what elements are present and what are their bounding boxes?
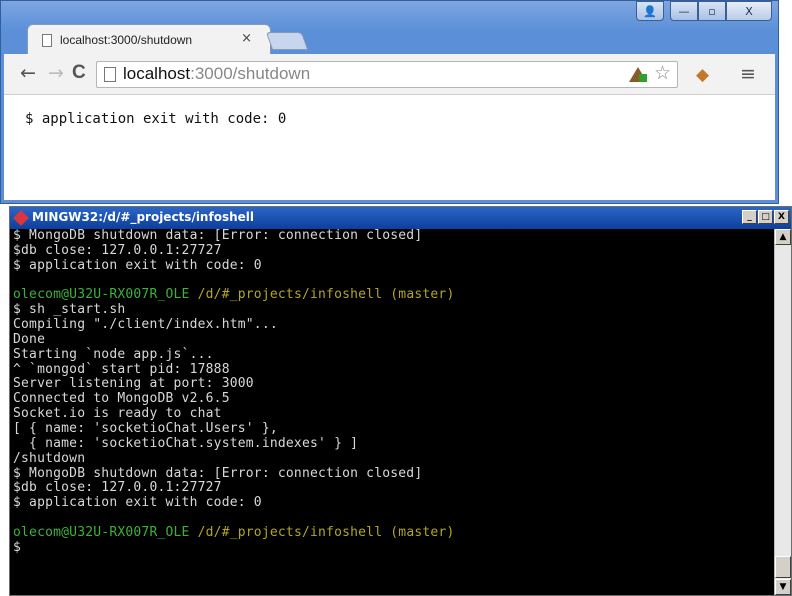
terminal-line: [ { name: 'socketioChat.Users' }, [13,420,278,436]
maximize-icon: ▫ [708,4,716,18]
menu-icon[interactable]: ≡ [740,63,756,85]
terminal-line: $ sh _start.sh [13,302,126,318]
maximize-button[interactable]: ▫ [698,1,726,21]
terminal-scrollbar[interactable]: ▲ ▼ [774,229,791,595]
browser-toolbar: ← → C localhost:3000/shutdown ☆ ◆ ≡ [4,54,775,95]
terminal-line: $ MongoDB shutdown data: [Error: connect… [13,465,423,481]
terminal-line: $ [13,539,22,555]
terminal-prompt-line: olecom@U32U-RX007R_OLE /d/#_projects/inf… [10,287,774,303]
user-profile-button[interactable]: 👤 [636,1,664,21]
terminal-title: MINGW32:/d/#_projects/infoshell [32,210,254,224]
terminal-minimize-button[interactable]: _ [742,210,757,224]
user-icon: 👤 [643,4,657,18]
terminal-maximize-button[interactable]: □ [758,210,773,224]
scroll-thumb[interactable] [775,556,791,578]
terminal-output[interactable]: $ MongoDB shutdown data: [Error: connect… [10,229,774,595]
terminal-line: Starting `node app.js`... [13,346,214,362]
extension-box-icon[interactable]: ◆ [696,65,709,85]
minimize-button[interactable]: — [670,1,698,21]
terminal-prompt-line: olecom@U32U-RX007R_OLE /d/#_projects/inf… [10,524,774,541]
browser-window-controls: 👤 — ▫ X [636,1,772,23]
prompt-path: /d/#_projects/infoshell (master) [189,287,455,303]
terminal-line: $db close: 127.0.0.1:27727 [13,480,222,496]
minimize-icon: — [678,4,690,18]
terminal-line: $ MongoDB shutdown data: [Error: connect… [13,229,423,243]
extension-badge [639,74,647,82]
new-tab-button[interactable] [265,32,309,50]
terminal-line: $db close: 127.0.0.1:27727 [13,242,222,258]
prompt-user-host: olecom@U32U-RX007R_OLE [13,287,190,303]
terminal-window: MINGW32:/d/#_projects/infoshell _ □ X $ … [9,206,792,596]
reload-icon[interactable]: C [72,63,86,83]
terminal-line: $ application exit with code: 0 [13,257,262,273]
terminal-line: ^ `mongod` start pid: 17888 [13,361,230,377]
forward-icon[interactable]: → [48,63,64,83]
terminal-line: /shutdown [13,450,86,466]
scroll-up-icon[interactable]: ▲ [775,229,791,245]
address-host: localhost [123,64,191,83]
page-icon [42,34,52,47]
back-icon[interactable]: ← [20,63,36,83]
page-output-text: $ application exit with code: 0 [25,111,287,127]
close-icon: X [745,4,753,18]
terminal-line: Done [13,331,46,347]
page-icon [104,67,116,82]
terminal-title-bar: MINGW32:/d/#_projects/infoshell _ □ X [10,207,791,229]
tab-title: localhost:3000/shutdown [60,33,193,47]
terminal-line: { name: 'socketioChat.system.indexes' } … [13,435,359,451]
bookmark-star-icon[interactable]: ☆ [654,62,671,84]
terminal-line: Connected to MongoDB v2.6.5 [13,391,230,407]
prompt-user-host: olecom@U32U-RX007R_OLE [13,524,190,540]
mingw-icon [13,210,29,226]
terminal-line: $ application exit with code: 0 [13,495,262,511]
terminal-line: Socket.io is ready to chat [13,406,222,422]
terminal-line: Server listening at port: 3000 [13,376,254,392]
close-button[interactable]: X [726,1,772,21]
address-path: :3000/shutdown [190,64,311,83]
scroll-down-icon[interactable]: ▼ [775,579,791,595]
terminal-line: Compiling "./client/index.htm"... [13,317,278,333]
address-bar[interactable]: localhost:3000/shutdown ☆ [96,61,678,88]
page-content: $ application exit with code: 0 [4,95,775,200]
terminal-close-button[interactable]: X [774,210,789,224]
prompt-path: /d/#_projects/infoshell (master) [189,524,455,540]
address-text[interactable]: localhost:3000/shutdown [123,64,310,84]
tab-close-icon[interactable]: × [241,31,252,46]
browser-window: 👤 — ▫ X localhost:3000/shutdown × ← → C … [0,0,779,204]
terminal-window-controls: _ □ X [741,210,789,224]
tab-shutdown[interactable]: localhost:3000/shutdown × [27,24,271,54]
